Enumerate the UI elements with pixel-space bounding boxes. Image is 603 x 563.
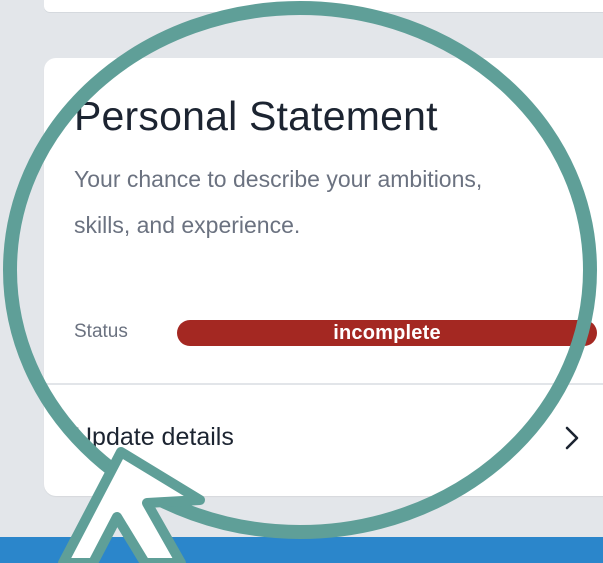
update-details-label: Update details [74,423,234,451]
card-title: Personal Statement [74,93,438,139]
chevron-right-icon [565,426,579,450]
previous-card-edge [44,0,603,12]
bottom-blue-bar [0,537,603,563]
update-details-link[interactable]: Update details [44,385,603,496]
status-value: incomplete [333,322,441,344]
personal-statement-card: Personal Statement Your chance to descri… [44,58,603,496]
status-label: Status [74,321,128,342]
card-description: Your chance to describe your ambitions, … [74,166,483,238]
screenshot-stage: Personal Statement Your chance to descri… [0,0,603,563]
status-badge: incomplete [177,320,597,346]
